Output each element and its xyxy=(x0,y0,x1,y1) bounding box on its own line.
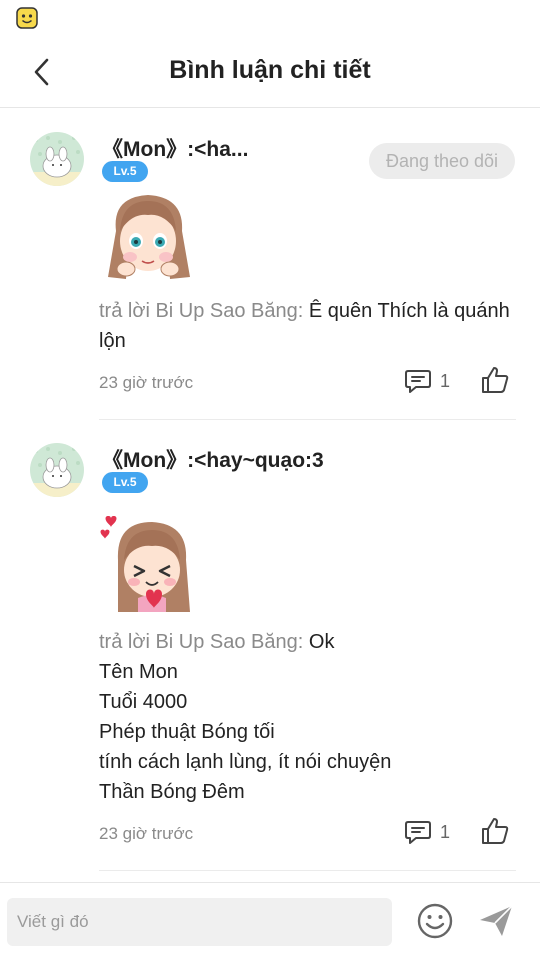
bunny-avatar-image xyxy=(30,132,84,186)
comment-text-line: Thần Bóng Đêm xyxy=(99,781,245,803)
reply-count: 1 xyxy=(440,370,451,391)
comment-time: 23 giờ trước xyxy=(99,373,194,392)
page-title: Bình luận chi tiết xyxy=(169,56,371,84)
comment-text-line: tính cách lạnh lùng, ít nói chuyện xyxy=(99,751,392,773)
header: Bình luận chi tiết xyxy=(0,34,540,108)
username[interactable]: 《Mon》:<hay~quạo:3 xyxy=(102,444,324,474)
divider xyxy=(99,419,516,420)
thumbs-up-icon[interactable] xyxy=(480,816,510,846)
comment-bubble-icon xyxy=(405,821,431,844)
level-badge: Lv.5 xyxy=(102,161,148,182)
comment-text-line: Phép thuật Bóng tối xyxy=(99,721,275,743)
avatar[interactable] xyxy=(30,443,84,497)
comment-bubble-icon xyxy=(405,370,431,393)
reply-to-label[interactable]: trả lời Bi Up Sao Băng: xyxy=(99,300,303,322)
girl-sticker-image[interactable] xyxy=(102,191,194,283)
thumbs-up-icon[interactable] xyxy=(480,365,510,395)
comment-input[interactable] xyxy=(7,898,392,946)
reply-button[interactable]: 1 xyxy=(404,817,460,847)
reply-count: 1 xyxy=(440,821,451,842)
bunny-avatar-image xyxy=(30,443,84,497)
comment-time: 23 giờ trước xyxy=(99,824,194,843)
app-face-icon xyxy=(16,7,38,29)
comment-text-line: Ok xyxy=(308,631,335,653)
following-button[interactable]: Đang theo dõi xyxy=(369,143,515,179)
level-badge: Lv.5 xyxy=(102,472,148,493)
reply-to-label[interactable]: trả lời Bi Up Sao Băng: xyxy=(99,631,303,653)
smiley-icon[interactable] xyxy=(417,903,453,939)
avatar[interactable] xyxy=(30,132,84,186)
divider xyxy=(99,870,516,871)
comment-text-line: Tuổi 4000 xyxy=(99,691,188,713)
reply-button[interactable]: 1 xyxy=(404,366,460,396)
status-bar xyxy=(0,0,540,34)
comment-text: trả lời Bi Up Sao Băng: Ê quên Thích là … xyxy=(99,296,519,356)
comment-first-line: trả lời Bi Up Sao Băng: Ok xyxy=(99,631,334,653)
girl-sticker-image[interactable] xyxy=(98,516,194,612)
comment-composer xyxy=(0,882,540,960)
comment-text-line: Tên Mon xyxy=(99,661,178,683)
username[interactable]: 《Mon》:<ha... xyxy=(102,133,248,163)
comment-text: trả lời Bi Up Sao Băng: Ok Tên Mon Tuổi … xyxy=(99,627,519,807)
paper-plane-icon[interactable] xyxy=(478,903,514,939)
